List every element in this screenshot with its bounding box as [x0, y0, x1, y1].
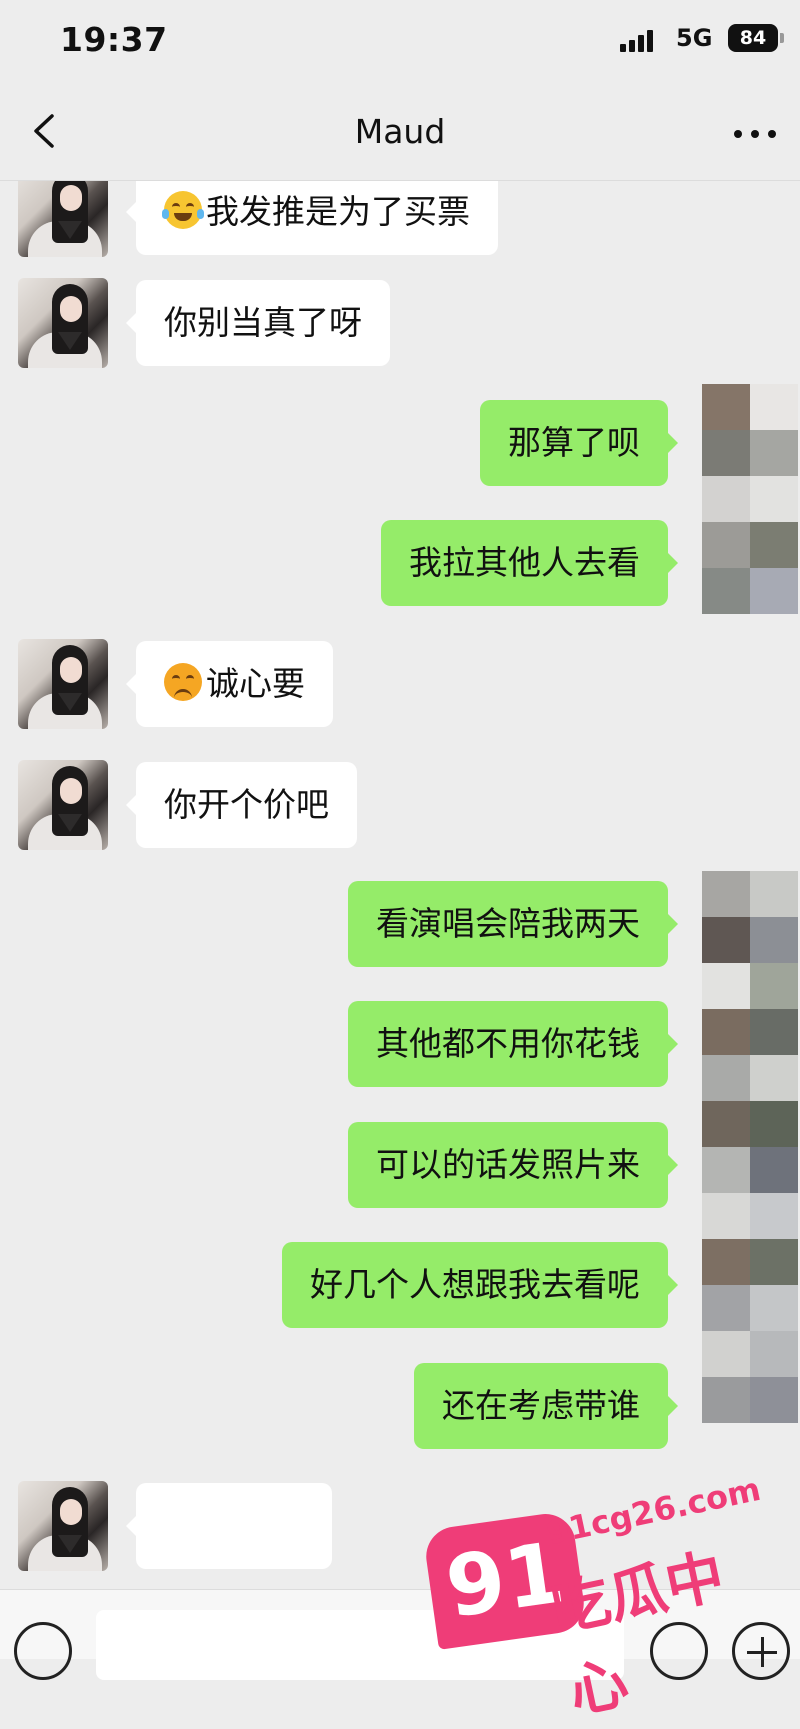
message-row: 可以的话发照片来	[0, 1122, 800, 1212]
outgoing-bubble[interactable]: 我拉其他人去看	[381, 520, 678, 606]
contact-avatar[interactable]	[18, 639, 108, 729]
outgoing-bubble[interactable]: 其他都不用你花钱	[348, 1001, 678, 1087]
message-row: 看演唱会陪我两天	[0, 881, 800, 971]
incoming-bubble[interactable]	[126, 1483, 332, 1569]
message-row: 我拉其他人去看	[0, 520, 800, 610]
message-row: 其他都不用你花钱	[0, 1001, 800, 1091]
message-row: 那算了呗	[0, 400, 800, 490]
incoming-bubble[interactable]: 我发推是为了买票	[126, 181, 498, 255]
message-row: 还在考虑带谁	[0, 1363, 800, 1453]
input-bar	[0, 1589, 800, 1680]
message-text: 诚心要	[206, 664, 305, 703]
message-text: 好几个人想跟我去看呢	[310, 1265, 640, 1304]
outgoing-bubble[interactable]: 可以的话发照片来	[348, 1122, 678, 1208]
message-row: 好几个人想跟我去看呢	[0, 1242, 800, 1332]
chat-title: Maud	[354, 112, 446, 151]
message-row: 你别当真了呀	[0, 278, 800, 378]
outgoing-bubble[interactable]: 好几个人想跟我去看呢	[282, 1242, 678, 1328]
voice-icon[interactable]	[14, 1622, 72, 1680]
message-list[interactable]: 我发推是为了买票 你别当真了呀 那算了呗 我拉其他人去看 诚心要 你开个价吧 看…	[0, 181, 800, 1589]
message-text: 你开个价吧	[164, 785, 329, 824]
chat-header: Maud	[0, 84, 800, 181]
network-type: 5G	[676, 24, 713, 52]
message-row: 你开个价吧	[0, 760, 800, 860]
message-text: 看演唱会陪我两天	[376, 904, 640, 943]
status-time: 19:37	[60, 20, 168, 59]
message-text: 其他都不用你花钱	[376, 1024, 640, 1063]
incoming-bubble[interactable]: 诚心要	[126, 641, 333, 727]
laughing-tears-emoji	[162, 190, 204, 229]
message-input[interactable]	[96, 1610, 624, 1680]
message-text: 那算了呗	[508, 423, 640, 462]
message-text: 可以的话发照片来	[376, 1145, 640, 1184]
message-text: 我发推是为了买票	[206, 192, 470, 231]
status-bar: 19:37 5G 84	[0, 0, 800, 84]
contact-avatar[interactable]	[18, 278, 108, 368]
plus-icon[interactable]	[732, 1622, 790, 1680]
message-row: 我发推是为了买票	[0, 181, 800, 267]
sad-face-emoji	[164, 662, 202, 701]
signal-icon	[620, 28, 660, 52]
more-dots-icon[interactable]	[730, 114, 780, 154]
battery-icon: 84	[728, 24, 778, 52]
outgoing-bubble[interactable]: 还在考虑带谁	[414, 1363, 678, 1449]
outgoing-bubble[interactable]: 看演唱会陪我两天	[348, 881, 678, 967]
incoming-bubble[interactable]: 你开个价吧	[126, 762, 357, 848]
outgoing-bubble[interactable]: 那算了呗	[480, 400, 678, 486]
emoji-icon[interactable]	[650, 1622, 708, 1680]
contact-avatar[interactable]	[18, 760, 108, 850]
battery-tip	[780, 33, 784, 43]
contact-avatar[interactable]	[18, 1481, 108, 1571]
message-text: 我拉其他人去看	[409, 543, 640, 582]
message-row	[0, 1481, 800, 1589]
message-text: 你别当真了呀	[164, 303, 362, 342]
message-text: 还在考虑带谁	[442, 1386, 640, 1425]
contact-avatar[interactable]	[18, 181, 108, 257]
incoming-bubble[interactable]: 你别当真了呀	[126, 280, 390, 366]
message-row: 诚心要	[0, 639, 800, 739]
